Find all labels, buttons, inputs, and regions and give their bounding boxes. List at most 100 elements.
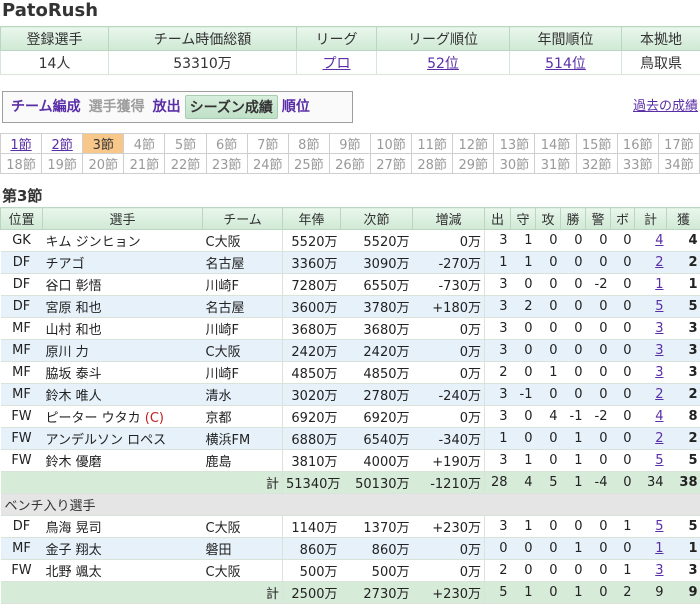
header-league: リーグ [296, 26, 377, 51]
league-rank-link[interactable]: 52位 [376, 50, 510, 75]
points-link[interactable]: 4 [634, 229, 667, 252]
points-link[interactable]: 2 [634, 427, 667, 450]
points-link[interactable]: 1 [634, 537, 667, 560]
round-cell[interactable]: 2節 [41, 133, 84, 154]
table-cell: 1 [610, 559, 635, 582]
tab-team-formation[interactable]: チーム編成 [7, 95, 85, 119]
points-link[interactable]: 5 [634, 295, 667, 318]
annual-rank-link[interactable]: 514位 [509, 50, 622, 75]
table-cell: 7280万 [282, 273, 341, 296]
points-link[interactable]: 5 [634, 515, 667, 538]
tab-release[interactable]: 放出 [149, 95, 185, 119]
table-cell: 3090万 [340, 251, 413, 274]
total-label: 計 [202, 581, 283, 604]
table-cell: 横浜FM [202, 427, 283, 450]
table-row: FW ピーター ウタカ (C) 京都 6920万 6920万 0万 3 0 4 -1 -2 0 4 8 [0, 405, 700, 428]
table-cell: C大阪 [202, 515, 283, 538]
table-cell: FW [0, 449, 43, 472]
table-cell: 山村 和也 [42, 317, 203, 340]
round-cell[interactable]: 1節 [0, 133, 43, 154]
total-cell: 2500万 [282, 581, 341, 604]
table-cell: 0 [535, 295, 561, 318]
total-cell: 4 [510, 471, 536, 494]
total-spacer [0, 581, 203, 604]
table-cell: 鹿島 [202, 449, 283, 472]
table-cell: 名古屋 [202, 295, 283, 318]
table-cell: 1 [610, 515, 635, 538]
table-cell: 0 [535, 515, 561, 538]
round-cell: 27節 [369, 153, 413, 174]
points-link[interactable]: 3 [634, 361, 667, 384]
total-cell: 28 [484, 471, 511, 494]
table-cell: 0万 [412, 361, 485, 384]
table-cell: 0 [560, 361, 586, 384]
points-link[interactable]: 5 [634, 449, 667, 472]
total-cell: 51340万 [282, 471, 341, 494]
points-link[interactable]: 2 [634, 383, 667, 406]
points-link[interactable]: 3 [634, 317, 667, 340]
table-cell: 5 [666, 515, 700, 538]
table-cell: 1 [666, 537, 700, 560]
table-cell: 0 [585, 515, 611, 538]
table-cell: 0万 [412, 339, 485, 362]
round-cell: 19節 [41, 153, 84, 174]
table-cell: 0 [560, 229, 586, 252]
points-link[interactable]: 2 [634, 251, 667, 274]
total-cell: -1210万 [412, 471, 485, 494]
tab-season-results[interactable]: シーズン成績 [184, 95, 278, 119]
table-cell: 3 [484, 405, 511, 428]
table-cell: 1370万 [340, 515, 413, 538]
round-cell: 23節 [205, 153, 248, 174]
header-hometown: 本拠地 [621, 26, 700, 51]
round-cell: 7節 [246, 133, 289, 154]
table-row: DF 宮原 和也 名古屋 3600万 3780万 +180万 3 2 0 0 0 0 5 5 [0, 295, 700, 318]
past-results-link[interactable]: 過去の成績 [633, 95, 698, 114]
round-cell: 4節 [123, 133, 166, 154]
table-cell: 京都 [202, 405, 283, 428]
table-cell: FW [0, 405, 43, 428]
table-cell: -1 [510, 383, 536, 406]
total-label: 計 [202, 471, 283, 494]
total-cell: 5 [535, 471, 561, 494]
points-link[interactable]: 4 [634, 405, 667, 428]
header-team-value: チーム時価総額 [108, 26, 297, 51]
table-row: DF チアゴ 名古屋 3360万 3090万 -270万 1 1 0 0 0 0 2 2 [0, 251, 700, 274]
table-cell: 8 [666, 405, 700, 428]
table-cell: 0 [610, 427, 635, 450]
tab-standings[interactable]: 順位 [278, 95, 314, 119]
table-cell: 宮原 和也 [42, 295, 203, 318]
league-link[interactable]: プロ [296, 50, 377, 75]
points-link[interactable]: 3 [634, 339, 667, 362]
table-cell: 1 [484, 251, 511, 274]
table-cell: MF [0, 361, 43, 384]
points-link[interactable]: 1 [634, 273, 667, 296]
col-player: 選手 [42, 207, 203, 230]
table-cell: 0万 [412, 537, 485, 560]
total-row: 計 51340万 50130万 -1210万 28 4 5 1 -4 0 34 38 [0, 471, 700, 494]
table-cell: 3 [484, 317, 511, 340]
table-cell: 3 [484, 449, 511, 472]
table-cell: 3 [484, 229, 511, 252]
round-cell: 8節 [287, 133, 330, 154]
table-cell: 500万 [340, 559, 413, 582]
total-cell: 9 [666, 581, 700, 604]
col-position: 位置 [0, 207, 43, 230]
table-cell: 0 [560, 383, 586, 406]
table-cell: -240万 [412, 383, 485, 406]
table-cell: 1 [510, 515, 536, 538]
table-cell: 3780万 [340, 295, 413, 318]
table-cell: 谷口 彰悟 [42, 273, 203, 296]
points-link[interactable]: 3 [634, 559, 667, 582]
table-cell: 3680万 [340, 317, 413, 340]
table-cell: 0 [560, 339, 586, 362]
header-league-rank: リーグ順位 [376, 26, 510, 51]
table-cell: 0万 [412, 405, 485, 428]
hometown: 鳥取県 [621, 50, 700, 75]
table-cell: 3 [666, 361, 700, 384]
table-row: DF 鳥海 晃司 C大阪 1140万 1370万 +230万 3 1 0 0 0 1 5 5 [0, 515, 700, 538]
table-cell: 0 [585, 449, 611, 472]
table-cell: 0 [560, 515, 586, 538]
team-tab-bar: チーム編成 選手獲得 放出 シーズン成績 順位 [2, 91, 353, 123]
table-cell: 5 [666, 449, 700, 472]
total-cell: 0 [535, 581, 561, 604]
